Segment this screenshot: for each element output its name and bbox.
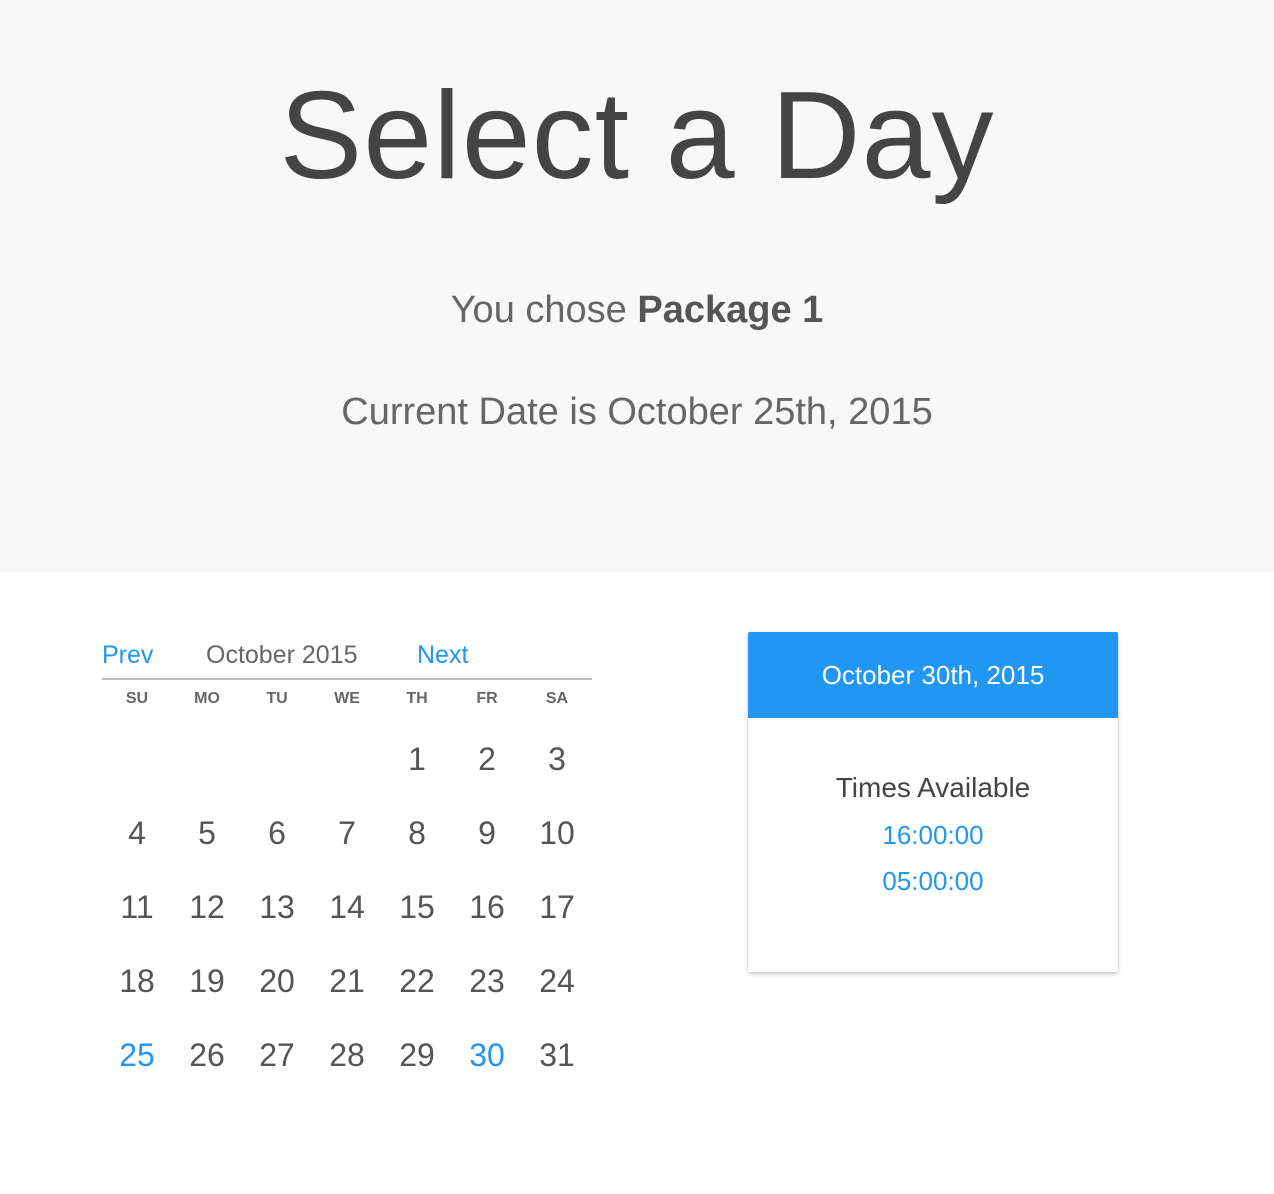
times-available-heading: Times Available bbox=[835, 772, 1031, 803]
weekday-label: SU bbox=[125, 690, 149, 707]
weekday-label: SA bbox=[545, 690, 569, 707]
calendar-day[interactable]: 27 bbox=[242, 1018, 312, 1092]
time-slot-link[interactable]: 05:00:00 bbox=[748, 858, 1118, 904]
calendar-grid: 1 2 3 4 5 6 7 8 9 10 11 12 13 14 15 16 17 18 19 20 21 22 23 24 2… bbox=[102, 722, 592, 1092]
calendar-day[interactable]: 28 bbox=[312, 1018, 382, 1092]
calendar-day[interactable]: 8 bbox=[382, 796, 452, 870]
calendar-week: 4 5 6 7 8 9 10 bbox=[102, 796, 592, 870]
calendar-day[interactable]: 31 bbox=[522, 1018, 592, 1092]
calendar-day[interactable]: 18 bbox=[102, 944, 172, 1018]
weekday-label: FR bbox=[476, 690, 498, 707]
calendar-week: 18 19 20 21 22 23 24 bbox=[102, 944, 592, 1018]
calendar-day[interactable]: 3 bbox=[522, 722, 592, 796]
calendar-day[interactable]: 2 bbox=[452, 722, 522, 796]
weekday-label: WE bbox=[334, 690, 360, 707]
calendar-day[interactable]: 4 bbox=[102, 796, 172, 870]
month-label: October 2015 bbox=[206, 641, 358, 669]
hero-header: Select a Day You chose Package 1 Current… bbox=[0, 0, 1274, 572]
selected-date-header: October 30th, 2015 bbox=[748, 632, 1118, 718]
calendar-day[interactable]: 29 bbox=[382, 1018, 452, 1092]
page-title: Select a Day bbox=[279, 67, 995, 205]
calendar-day[interactable]: 30 bbox=[452, 1018, 522, 1092]
calendar-day[interactable]: 6 bbox=[242, 796, 312, 870]
calendar-day[interactable]: 26 bbox=[172, 1018, 242, 1092]
calendar-day[interactable]: 17 bbox=[522, 870, 592, 944]
calendar-day[interactable]: 23 bbox=[452, 944, 522, 1018]
calendar-day[interactable]: 13 bbox=[242, 870, 312, 944]
calendar-day[interactable]: 10 bbox=[522, 796, 592, 870]
calendar-day[interactable]: 24 bbox=[522, 944, 592, 1018]
calendar-day[interactable]: 7 bbox=[312, 796, 382, 870]
weekday-label: TU bbox=[266, 690, 288, 707]
next-month-link[interactable]: Next bbox=[417, 638, 468, 672]
weekday-label: MO bbox=[194, 690, 220, 707]
calendar-day[interactable]: 15 bbox=[382, 870, 452, 944]
calendar-week: 11 12 13 14 15 16 17 bbox=[102, 870, 592, 944]
package-name: Package 1 bbox=[637, 289, 824, 331]
calendar-day[interactable]: 20 bbox=[242, 944, 312, 1018]
package-prefix: You chose bbox=[450, 289, 627, 331]
package-info: You chose Package 1 bbox=[0, 288, 1274, 332]
times-card: October 30th, 2015 Times Available 16:00… bbox=[748, 632, 1118, 972]
calendar-day[interactable]: 12 bbox=[172, 870, 242, 944]
calendar-day[interactable]: 11 bbox=[102, 870, 172, 944]
calendar-week: 25 26 27 28 29 30 31 bbox=[102, 1018, 592, 1092]
calendar-day[interactable]: 14 bbox=[312, 870, 382, 944]
calendar-week: 123 bbox=[102, 722, 592, 796]
time-slot-link[interactable]: 16:00:00 bbox=[748, 812, 1118, 858]
calendar-day[interactable]: 5 bbox=[172, 796, 242, 870]
calendar-day[interactable]: 21 bbox=[312, 944, 382, 1018]
calendar-nav: Prev October 2015 Next bbox=[102, 632, 592, 680]
time-list: 16:00:00 05:00:00 bbox=[748, 812, 1118, 904]
current-date: Current Date is October 25th, 2015 bbox=[341, 391, 933, 433]
calendar-day[interactable]: 1 bbox=[382, 722, 452, 796]
calendar-day[interactable]: 19 bbox=[172, 944, 242, 1018]
calendar: Prev October 2015 Next SU MO TU WE TH FR SA 12… bbox=[102, 632, 592, 1092]
prev-month-link[interactable]: Prev bbox=[102, 638, 153, 672]
calendar-day[interactable]: 22 bbox=[382, 944, 452, 1018]
calendar-day[interactable]: 25 bbox=[102, 1018, 172, 1092]
calendar-day[interactable]: 16 bbox=[452, 870, 522, 944]
weekday-label: TH bbox=[406, 690, 428, 707]
calendar-day[interactable]: 9 bbox=[452, 796, 522, 870]
weekday-header: SU MO TU WE TH FR SA bbox=[102, 680, 592, 722]
